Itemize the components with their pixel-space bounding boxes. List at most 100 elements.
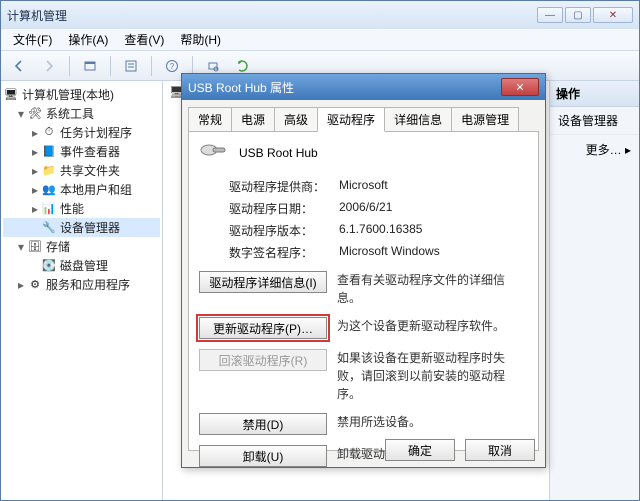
tab-power[interactable]: 电源 (231, 107, 275, 132)
menubar: 文件(F) 操作(A) 查看(V) 帮助(H) (1, 29, 639, 51)
event-icon: 📘 (41, 144, 57, 160)
svg-text:?: ? (170, 62, 175, 71)
menu-view[interactable]: 查看(V) (116, 29, 172, 50)
rollback-driver-desc: 如果该设备在更新驱动程序时失败，请回滚到以前安装的驱动程序。 (337, 349, 528, 403)
tree-label: 服务和应用程序 (46, 276, 130, 293)
chevron-right-icon: ▸ (625, 143, 631, 157)
titlebar: 计算机管理 — ▢ ✕ (1, 1, 639, 29)
tab-general[interactable]: 常规 (188, 107, 232, 132)
disable-button[interactable]: 禁用(D) (199, 413, 327, 435)
share-icon: 📁 (41, 163, 57, 179)
tree-device-manager[interactable]: 🔧 设备管理器 (3, 218, 160, 237)
services-icon: ⚙ (27, 277, 43, 293)
menu-action[interactable]: 操作(A) (60, 29, 116, 50)
expand-icon[interactable]: ▸ (15, 278, 27, 292)
tree-label: 任务计划程序 (60, 124, 132, 141)
tab-details[interactable]: 详细信息 (384, 107, 452, 132)
toolbar-separator (69, 56, 70, 76)
collapse-icon[interactable]: ▾ (15, 107, 27, 121)
dialog-close-button[interactable]: ✕ (501, 78, 539, 96)
tree-root[interactable]: 🖥 计算机管理(本地) (3, 85, 160, 104)
menu-help[interactable]: 帮助(H) (172, 29, 229, 50)
tree-event-viewer[interactable]: ▸ 📘 事件查看器 (3, 142, 160, 161)
tree-label: 设备管理器 (60, 219, 120, 236)
tab-power-management[interactable]: 电源管理 (451, 107, 519, 132)
minimize-button[interactable]: — (537, 7, 563, 23)
driver-details-button[interactable]: 驱动程序详细信息(I) (199, 271, 327, 293)
tree-label: 系统工具 (46, 105, 94, 122)
tree-label: 共享文件夹 (60, 162, 120, 179)
tree-label: 计算机管理(本地) (22, 86, 114, 103)
window-title: 计算机管理 (7, 7, 537, 24)
expand-icon[interactable]: ▸ (29, 126, 41, 140)
tree-system-tools[interactable]: ▾ 🛠 系统工具 (3, 104, 160, 123)
back-icon[interactable] (7, 55, 31, 77)
disable-desc: 禁用所选设备。 (337, 413, 528, 431)
actions-more-link[interactable]: 更多… ▸ (550, 135, 639, 164)
collapse-icon[interactable]: ▾ (15, 240, 27, 254)
expand-icon[interactable]: ▸ (29, 202, 41, 216)
cancel-button[interactable]: 取消 (465, 439, 535, 461)
properties-dialog: USB Root Hub 属性 ✕ 常规 电源 高级 驱动程序 详细信息 电源管… (181, 73, 546, 468)
main-window: 计算机管理 — ▢ ✕ 文件(F) 操作(A) 查看(V) 帮助(H) ? (0, 0, 640, 501)
device-header: USB Root Hub (199, 142, 528, 164)
tree-label: 存储 (46, 238, 70, 255)
close-button[interactable]: ✕ (593, 7, 633, 23)
computer-icon: 🖥 (3, 87, 19, 103)
provider-label: 驱动程序提供商： (229, 178, 339, 195)
more-label: 更多… (586, 143, 622, 157)
tab-driver[interactable]: 驱动程序 (317, 107, 385, 132)
expand-icon[interactable]: ▸ (29, 145, 41, 159)
driver-details-desc: 查看有关驱动程序文件的详细信息。 (337, 271, 528, 307)
tree-label: 磁盘管理 (60, 257, 108, 274)
provider-value: Microsoft (339, 178, 388, 195)
expand-icon[interactable]: ▸ (29, 183, 41, 197)
tree-label: 性能 (60, 200, 84, 217)
up-icon[interactable] (78, 55, 102, 77)
device-icon: 🔧 (41, 220, 57, 236)
tree-performance[interactable]: ▸ 📊 性能 (3, 199, 160, 218)
tree-services-apps[interactable]: ▸ ⚙ 服务和应用程序 (3, 275, 160, 294)
update-driver-desc: 为这个设备更新驱动程序软件。 (337, 317, 528, 335)
forward-icon[interactable] (37, 55, 61, 77)
actions-pane: 操作 设备管理器 更多… ▸ (549, 81, 639, 500)
dialog-title: USB Root Hub 属性 (188, 79, 501, 96)
storage-icon: 🗄 (27, 239, 43, 255)
dialog-footer: 确定 取消 (385, 439, 535, 461)
expand-icon[interactable]: ▸ (29, 164, 41, 178)
uninstall-button[interactable]: 卸载(U) (199, 445, 327, 467)
disk-icon: 💽 (41, 258, 57, 274)
actions-item-devmgr[interactable]: 设备管理器 (550, 107, 639, 135)
wrench-icon: 🛠 (27, 106, 43, 122)
tab-body: USB Root Hub 驱动程序提供商：Microsoft 驱动程序日期：20… (188, 131, 539, 451)
tree-storage[interactable]: ▾ 🗄 存储 (3, 237, 160, 256)
tree-local-users[interactable]: ▸ 👥 本地用户和组 (3, 180, 160, 199)
maximize-button[interactable]: ▢ (565, 7, 591, 23)
date-value: 2006/6/21 (339, 200, 392, 217)
window-controls: — ▢ ✕ (537, 7, 633, 23)
perf-icon: 📊 (41, 201, 57, 217)
toolbar-separator (151, 56, 152, 76)
date-label: 驱动程序日期： (229, 200, 339, 217)
clock-icon: ⏱ (41, 125, 57, 141)
version-label: 驱动程序版本： (229, 222, 339, 239)
tree-label: 事件查看器 (60, 143, 120, 160)
update-driver-button[interactable]: 更新驱动程序(P)… (199, 317, 327, 339)
actions-header: 操作 (550, 81, 639, 107)
dialog-titlebar: USB Root Hub 属性 ✕ (182, 74, 545, 100)
tab-row: 常规 电源 高级 驱动程序 详细信息 电源管理 (182, 100, 545, 131)
toolbar-separator (110, 56, 111, 76)
tree-task-scheduler[interactable]: ▸ ⏱ 任务计划程序 (3, 123, 160, 142)
properties-icon[interactable] (119, 55, 143, 77)
menu-file[interactable]: 文件(F) (5, 29, 60, 50)
tree-label: 本地用户和组 (60, 181, 132, 198)
tree-pane: 🖥 计算机管理(本地) ▾ 🛠 系统工具 ▸ ⏱ 任务计划程序 ▸ 📘 事件查看… (1, 81, 163, 500)
tab-advanced[interactable]: 高级 (274, 107, 318, 132)
signer-value: Microsoft Windows (339, 244, 440, 261)
tree-disk-mgmt[interactable]: 💽 磁盘管理 (3, 256, 160, 275)
users-icon: 👥 (41, 182, 57, 198)
signer-label: 数字签名程序： (229, 244, 339, 261)
ok-button[interactable]: 确定 (385, 439, 455, 461)
tree-shared-folders[interactable]: ▸ 📁 共享文件夹 (3, 161, 160, 180)
rollback-driver-button: 回滚驱动程序(R) (199, 349, 327, 371)
